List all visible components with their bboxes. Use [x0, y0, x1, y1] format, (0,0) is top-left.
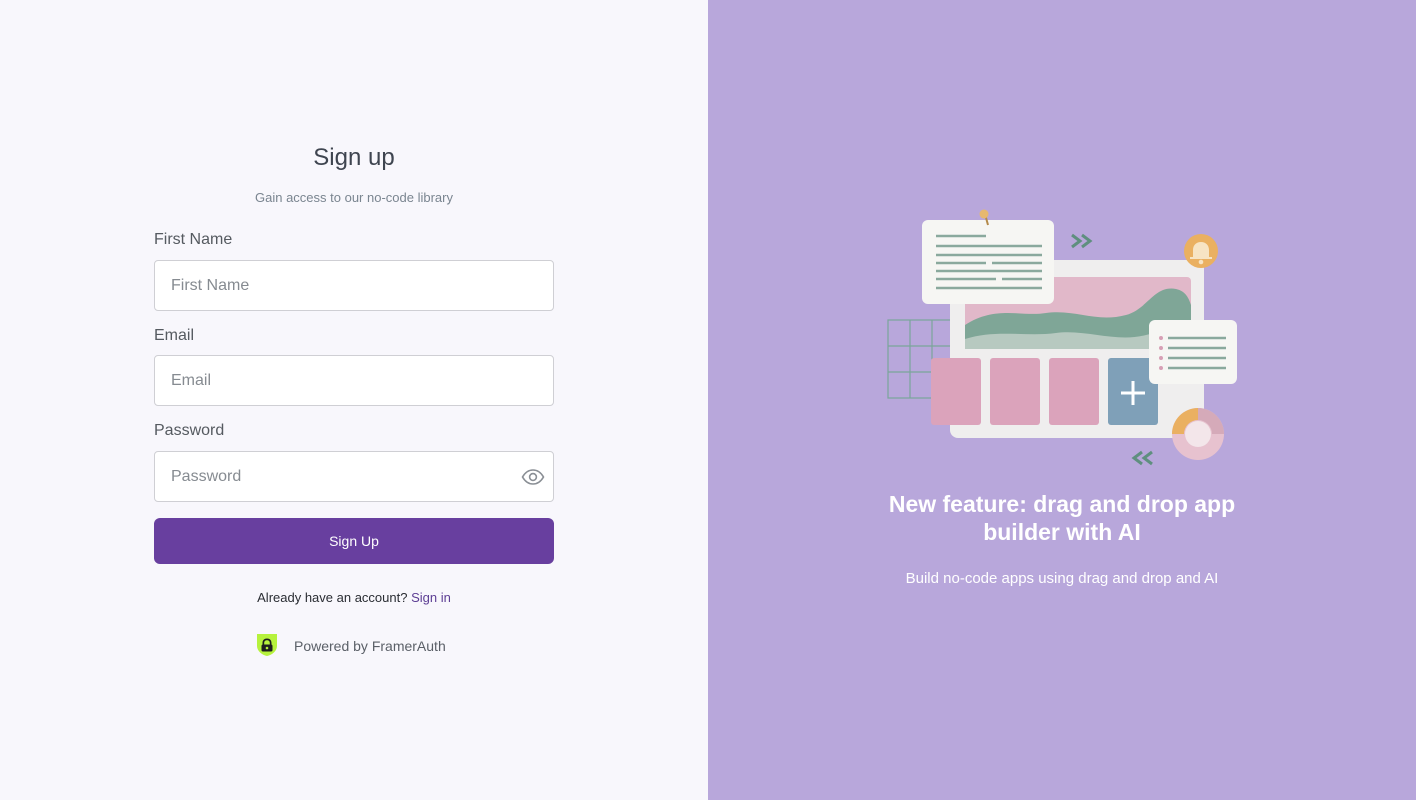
powered-by-badge[interactable]: Powered by FramerAuth — [254, 631, 446, 660]
signup-panel: Sign up Gain access to our no-code libra… — [0, 0, 708, 800]
framerauth-logo-icon — [254, 631, 280, 660]
password-label: Password — [154, 422, 225, 439]
signin-prompt: Already have an account? Sign in — [154, 590, 554, 605]
email-field-box — [154, 355, 554, 406]
sign-in-link[interactable]: Sign in — [411, 590, 451, 605]
signin-prompt-text: Already have an account? — [257, 590, 408, 605]
password-field-box — [154, 451, 554, 502]
page-title: Sign up — [313, 144, 395, 171]
email-label: Email — [154, 327, 195, 344]
sign-up-button[interactable]: Sign Up — [154, 518, 554, 564]
powered-by-text: Powered by FramerAuth — [294, 637, 446, 654]
eye-icon[interactable] — [521, 465, 545, 489]
first-name-label: First Name — [154, 231, 233, 248]
page-subtitle: Gain access to our no-code library — [255, 190, 453, 205]
promo-panel: New feature: drag and drop app builder w… — [708, 0, 1416, 800]
promo-headline: New feature: drag and drop app builder w… — [888, 491, 1236, 545]
email-input[interactable] — [155, 356, 553, 405]
first-name-field-box — [154, 260, 554, 311]
first-name-input[interactable] — [155, 261, 553, 310]
app-builder-illustration — [886, 205, 1246, 475]
promo-subline: Build no-code apps using drag and drop a… — [905, 570, 1219, 587]
password-input[interactable] — [155, 452, 553, 501]
